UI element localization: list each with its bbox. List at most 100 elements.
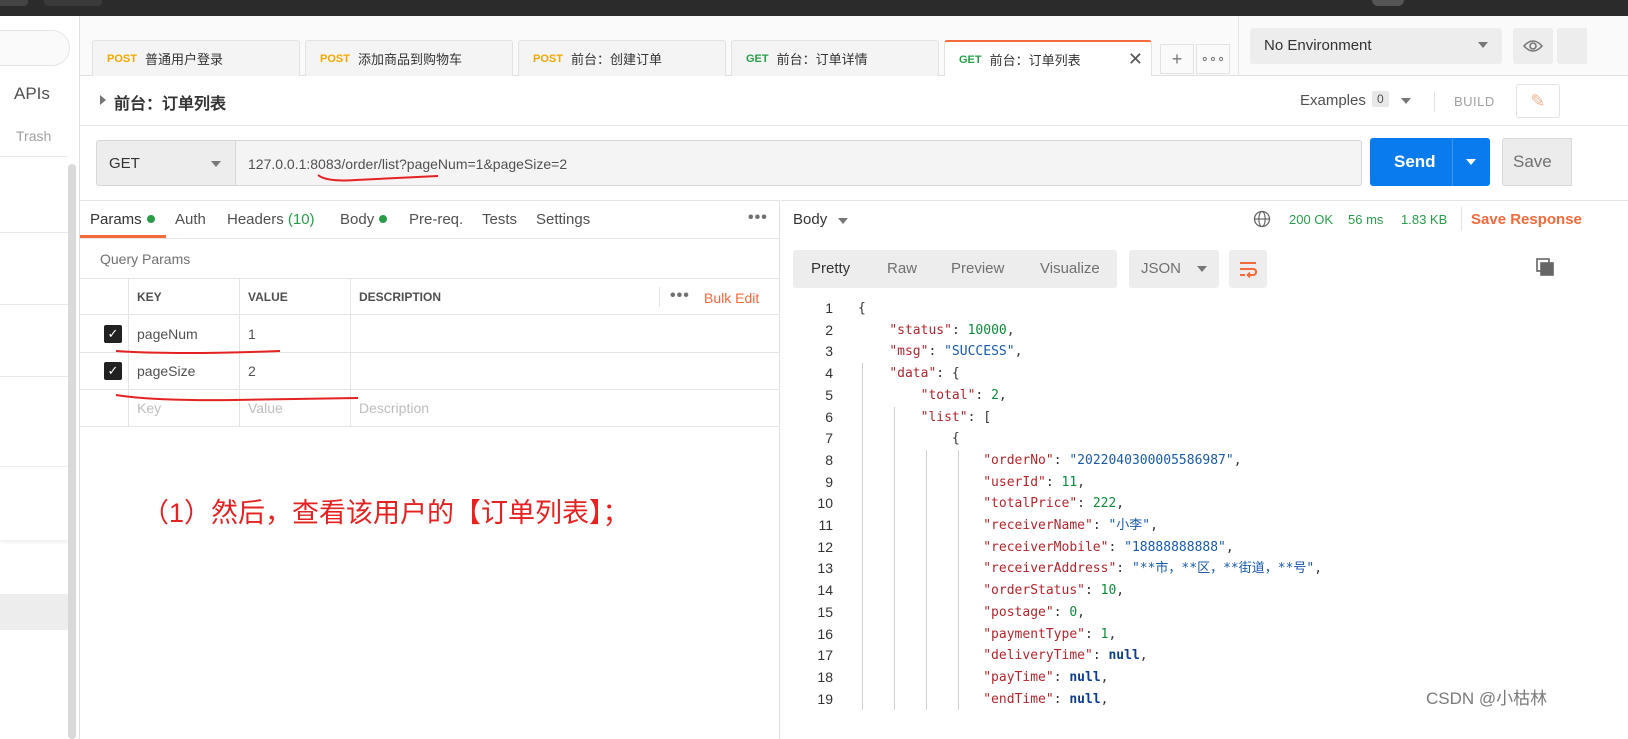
sidebar-collection-item[interactable] bbox=[0, 466, 68, 540]
titlebar-button[interactable] bbox=[0, 0, 28, 6]
request-title[interactable]: 前台：订单列表 bbox=[114, 90, 226, 114]
request-tab-strip: POST 普通用户登录 POST 添加商品到购物车 POST 前台：创建订单 G… bbox=[80, 16, 1240, 77]
environment-select[interactable]: No Environment bbox=[1250, 28, 1502, 64]
table-header-row: KEY VALUE DESCRIPTION ••• Bulk Edit bbox=[80, 278, 780, 315]
line-number: 17 bbox=[817, 647, 833, 664]
tab-headers-label: Headers bbox=[227, 211, 284, 228]
code-line: 1{ bbox=[781, 298, 1628, 320]
close-icon[interactable]: ✕ bbox=[1128, 50, 1143, 68]
annotation-text: （1）然后，查看该用户的【订单列表】； bbox=[142, 498, 630, 528]
status-code[interactable]: 200 OK bbox=[1289, 212, 1333, 227]
description-placeholder[interactable]: Description bbox=[350, 390, 780, 426]
pencil-icon: ✎ bbox=[1530, 90, 1546, 111]
send-button[interactable]: Send bbox=[1370, 138, 1490, 186]
tab-label: 前台：订单列表 bbox=[989, 53, 1081, 68]
more-icon[interactable]: ••• bbox=[748, 209, 768, 227]
tab-auth[interactable]: Auth bbox=[175, 211, 206, 228]
code-line: 16 "paymentType": 1, bbox=[781, 624, 1628, 646]
tab-prereq[interactable]: Pre-req. bbox=[409, 211, 463, 228]
method-label: GET bbox=[109, 155, 140, 172]
environment-quick-look-button[interactable] bbox=[1513, 28, 1553, 64]
line-number: 10 bbox=[817, 495, 833, 512]
active-tab-indicator bbox=[80, 235, 166, 238]
divider bbox=[0, 232, 68, 233]
titlebar-button[interactable] bbox=[44, 0, 102, 6]
chevron-down-icon[interactable] bbox=[1401, 98, 1411, 104]
red-underline-annotation bbox=[317, 174, 439, 182]
code-text: { bbox=[858, 301, 866, 316]
chevron-down-icon[interactable] bbox=[838, 218, 848, 224]
tab-options-button[interactable]: ∘∘∘ bbox=[1196, 44, 1230, 74]
edit-button[interactable]: ✎ bbox=[1516, 84, 1560, 118]
code-line: 9 "userId": 11, bbox=[781, 472, 1628, 494]
tab-order-list[interactable]: GET 前台：订单列表 ✕ bbox=[944, 40, 1152, 77]
build-label[interactable]: BUILD bbox=[1454, 94, 1495, 109]
settings-button[interactable] bbox=[1557, 28, 1587, 64]
tab-add-to-cart[interactable]: POST 添加商品到购物车 bbox=[305, 40, 513, 76]
code-text: "orderStatus": 10, bbox=[983, 583, 1125, 599]
tab-body-label: Body bbox=[340, 211, 375, 228]
checkbox[interactable]: ✓ bbox=[104, 325, 122, 343]
code-line: 11 "receiverName": "小李", bbox=[781, 515, 1628, 537]
caret-right-icon[interactable] bbox=[100, 95, 106, 105]
examples-dropdown[interactable]: Examples bbox=[1300, 92, 1366, 109]
sidebar-item-trash[interactable]: Trash bbox=[16, 128, 51, 144]
code-line: 12 "receiverMobile": "18888888888", bbox=[781, 537, 1628, 559]
format-visualize[interactable]: Visualize bbox=[1040, 260, 1100, 277]
headers-count: (10) bbox=[287, 211, 315, 228]
tab-create-order[interactable]: POST 前台：创建订单 bbox=[518, 40, 726, 76]
sidebar-scrollbar[interactable] bbox=[68, 164, 76, 739]
line-number: 4 bbox=[825, 365, 833, 382]
response-body-dropdown[interactable]: Body bbox=[793, 211, 827, 228]
format-preview[interactable]: Preview bbox=[951, 260, 1004, 277]
param-description[interactable] bbox=[350, 353, 780, 389]
language-select[interactable]: JSON bbox=[1129, 250, 1219, 288]
line-number: 16 bbox=[817, 625, 833, 642]
tab-params[interactable]: Params bbox=[90, 211, 155, 228]
param-description[interactable] bbox=[350, 315, 780, 352]
code-text: "payTime": null, bbox=[983, 669, 1109, 685]
code-text: "paymentType": 1, bbox=[983, 626, 1117, 642]
sidebar-search-input[interactable] bbox=[0, 30, 70, 66]
divider bbox=[0, 156, 68, 157]
line-number: 13 bbox=[817, 560, 833, 577]
response-code-editor[interactable]: 1{2 "status": 10000, 3 "msg": "SUCCESS", 4… bbox=[781, 298, 1628, 739]
request-panel: Params Auth Headers (10) Body Pre-req. T… bbox=[80, 200, 780, 739]
wrap-icon bbox=[1240, 262, 1258, 278]
query-params-label: Query Params bbox=[100, 251, 191, 267]
globe-icon[interactable] bbox=[1253, 210, 1271, 228]
response-time[interactable]: 56 ms bbox=[1348, 212, 1383, 227]
bulk-edit-link[interactable]: Bulk Edit bbox=[704, 290, 759, 306]
save-response-button[interactable]: Save Response bbox=[1471, 211, 1582, 228]
response-size[interactable]: 1.83 KB bbox=[1401, 212, 1447, 227]
tab-tests[interactable]: Tests bbox=[482, 211, 517, 228]
format-toggle-group: Pretty Raw Preview Visualize bbox=[793, 250, 1117, 288]
sidebar-selected-item[interactable] bbox=[0, 594, 68, 630]
tab-headers[interactable]: Headers (10) bbox=[227, 211, 315, 228]
chevron-down-icon[interactable] bbox=[1466, 159, 1476, 165]
more-icon[interactable]: ••• bbox=[659, 287, 690, 307]
line-number: 18 bbox=[817, 668, 833, 685]
watermark: CSDN @小枯林 bbox=[1426, 689, 1548, 708]
code-line: 4 "data": { bbox=[781, 363, 1628, 385]
code-text: "deliveryTime": null, bbox=[983, 648, 1148, 664]
eye-icon bbox=[1523, 40, 1543, 52]
tab-body[interactable]: Body bbox=[340, 211, 388, 228]
format-raw[interactable]: Raw bbox=[887, 260, 917, 277]
tab-label: 前台：订单详情 bbox=[776, 52, 868, 67]
avatar[interactable] bbox=[1372, 0, 1404, 6]
save-button[interactable]: Save bbox=[1502, 138, 1572, 186]
tab-order-detail[interactable]: GET 前台：订单详情 bbox=[731, 40, 939, 76]
wrap-lines-button[interactable] bbox=[1229, 250, 1267, 288]
new-tab-button[interactable]: + bbox=[1160, 44, 1194, 74]
copy-icon[interactable] bbox=[1535, 257, 1555, 277]
format-pretty[interactable]: Pretty bbox=[811, 260, 850, 277]
tab-settings[interactable]: Settings bbox=[536, 211, 590, 228]
tab-user-login[interactable]: POST 普通用户登录 bbox=[92, 40, 300, 76]
url-row: GET 127.0.0.1:8083/order/list?pageNum=1&… bbox=[80, 126, 1628, 200]
divider bbox=[0, 376, 68, 377]
sidebar-item-apis[interactable]: APIs bbox=[14, 84, 50, 104]
method-select[interactable]: GET bbox=[96, 140, 236, 186]
line-number: 7 bbox=[825, 430, 833, 447]
code-text: "orderNo": "2022040300005586987", bbox=[983, 452, 1242, 468]
